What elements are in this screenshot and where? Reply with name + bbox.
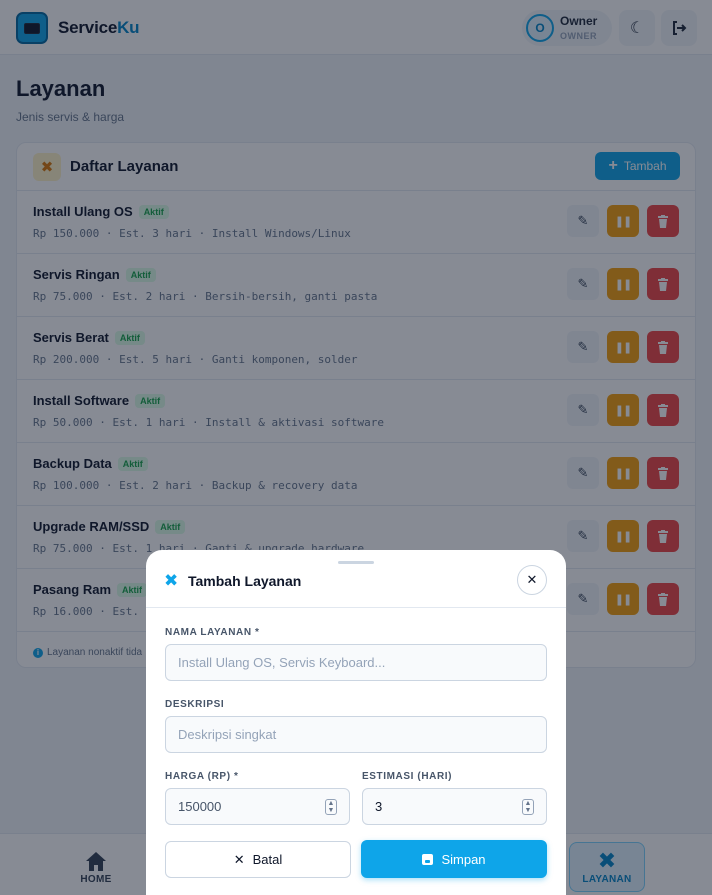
stepper-icon[interactable]: ▲ ▼: [522, 799, 534, 815]
price-label: HARGA (RP) *: [165, 771, 239, 782]
tools-icon: ✖: [164, 571, 179, 590]
service-name-input[interactable]: Install Ulang OS, Servis Keyboard...: [165, 644, 547, 681]
cancel-button[interactable]: ✕ Batal: [165, 841, 351, 878]
modal-title: Tambah Layanan: [188, 573, 302, 589]
close-icon: ✕: [233, 851, 245, 867]
estimate-label: ESTIMASI (HARI): [362, 771, 453, 782]
name-label: NAMA LAYANAN *: [165, 627, 260, 638]
save-button[interactable]: Simpan: [361, 840, 547, 878]
price-input[interactable]: 150000 ▲ ▼: [165, 788, 350, 825]
add-service-modal: ✖ Tambah Layanan ✕ NAMA LAYANAN * Instal…: [146, 550, 566, 895]
description-input[interactable]: Deskripsi singkat: [165, 716, 547, 753]
stepper-icon[interactable]: ▲ ▼: [325, 799, 337, 815]
estimate-input[interactable]: 3 ▲ ▼: [362, 788, 547, 825]
desc-label: DESKRIPSI: [165, 699, 225, 710]
modal-header: ✖ Tambah Layanan ✕: [146, 550, 566, 608]
close-button[interactable]: ✕: [517, 565, 547, 595]
save-icon: [422, 853, 434, 865]
close-icon: ✕: [526, 572, 538, 587]
